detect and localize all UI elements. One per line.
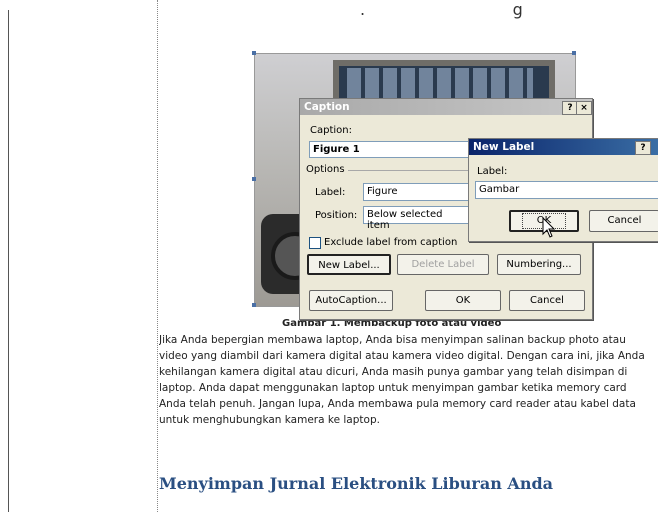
paragraph-line: Anda telah penuh. Jangan lupa, Anda memb… bbox=[159, 398, 636, 410]
caption-dialog-title: Caption bbox=[304, 101, 350, 113]
numbering-button[interactable]: Numbering... bbox=[497, 254, 581, 275]
resize-handle-bl[interactable] bbox=[252, 303, 256, 307]
options-group-label: Options bbox=[306, 164, 345, 175]
caption-field-label: Caption: bbox=[310, 125, 352, 136]
autocaption-button[interactable]: AutoCaption... bbox=[309, 290, 393, 311]
new-label-input[interactable]: Gambar bbox=[475, 181, 658, 199]
paragraph-line: video yang diambil dari kamera digital a… bbox=[159, 350, 645, 362]
caption-cancel-button[interactable]: Cancel bbox=[509, 290, 585, 311]
new-label-cancel-button[interactable]: Cancel bbox=[589, 210, 658, 232]
new-label-title: New Label bbox=[473, 141, 535, 153]
new-label-button[interactable]: New Label... bbox=[307, 254, 391, 275]
close-icon[interactable]: × bbox=[576, 101, 592, 115]
delete-label-button[interactable]: Delete Label bbox=[397, 254, 489, 275]
resize-handle-ml[interactable] bbox=[252, 177, 256, 181]
caption-dialog-titlebar[interactable]: Caption bbox=[300, 99, 592, 115]
exclude-label-text: Exclude label from caption bbox=[324, 237, 458, 248]
page-left-border bbox=[8, 10, 9, 512]
new-label-dialog: New Label ? Label: Gambar OK Cancel bbox=[468, 138, 658, 242]
paragraph-line: Jika Anda bepergian membawa laptop, Anda… bbox=[159, 334, 626, 346]
caption-input[interactable]: Figure 1 bbox=[309, 141, 469, 158]
paragraph-line: untuk menghubungkan kamera ke laptop. bbox=[159, 414, 380, 426]
exclude-label-checkbox[interactable] bbox=[309, 237, 321, 249]
new-label-titlebar[interactable]: New Label bbox=[469, 139, 658, 155]
new-label-field-label: Label: bbox=[477, 166, 508, 177]
body-paragraph: Jika Anda bepergian membawa laptop, Anda… bbox=[159, 332, 658, 428]
help-icon[interactable]: ? bbox=[635, 141, 651, 155]
caption-ok-button[interactable]: OK bbox=[425, 290, 501, 311]
position-field-label: Position: bbox=[315, 210, 358, 221]
label-field-label: Label: bbox=[315, 187, 346, 198]
cropped-text-top: . g bbox=[360, 0, 523, 19]
position-select[interactable]: Below selected item bbox=[363, 206, 469, 231]
text-margin-guide bbox=[157, 0, 158, 512]
resize-handle-tl[interactable] bbox=[252, 51, 256, 55]
resize-handle-tr[interactable] bbox=[572, 51, 576, 55]
section-heading: Menyimpan Jurnal Elektronik Liburan Anda bbox=[159, 474, 554, 493]
mouse-pointer-icon bbox=[542, 217, 556, 238]
paragraph-line: kehilangan kamera digital atau dicuri, A… bbox=[159, 366, 628, 378]
options-divider bbox=[348, 170, 468, 171]
label-select[interactable]: Figure bbox=[363, 183, 469, 201]
paragraph-line: laptop. Anda dapat menggunakan laptop un… bbox=[159, 382, 627, 394]
